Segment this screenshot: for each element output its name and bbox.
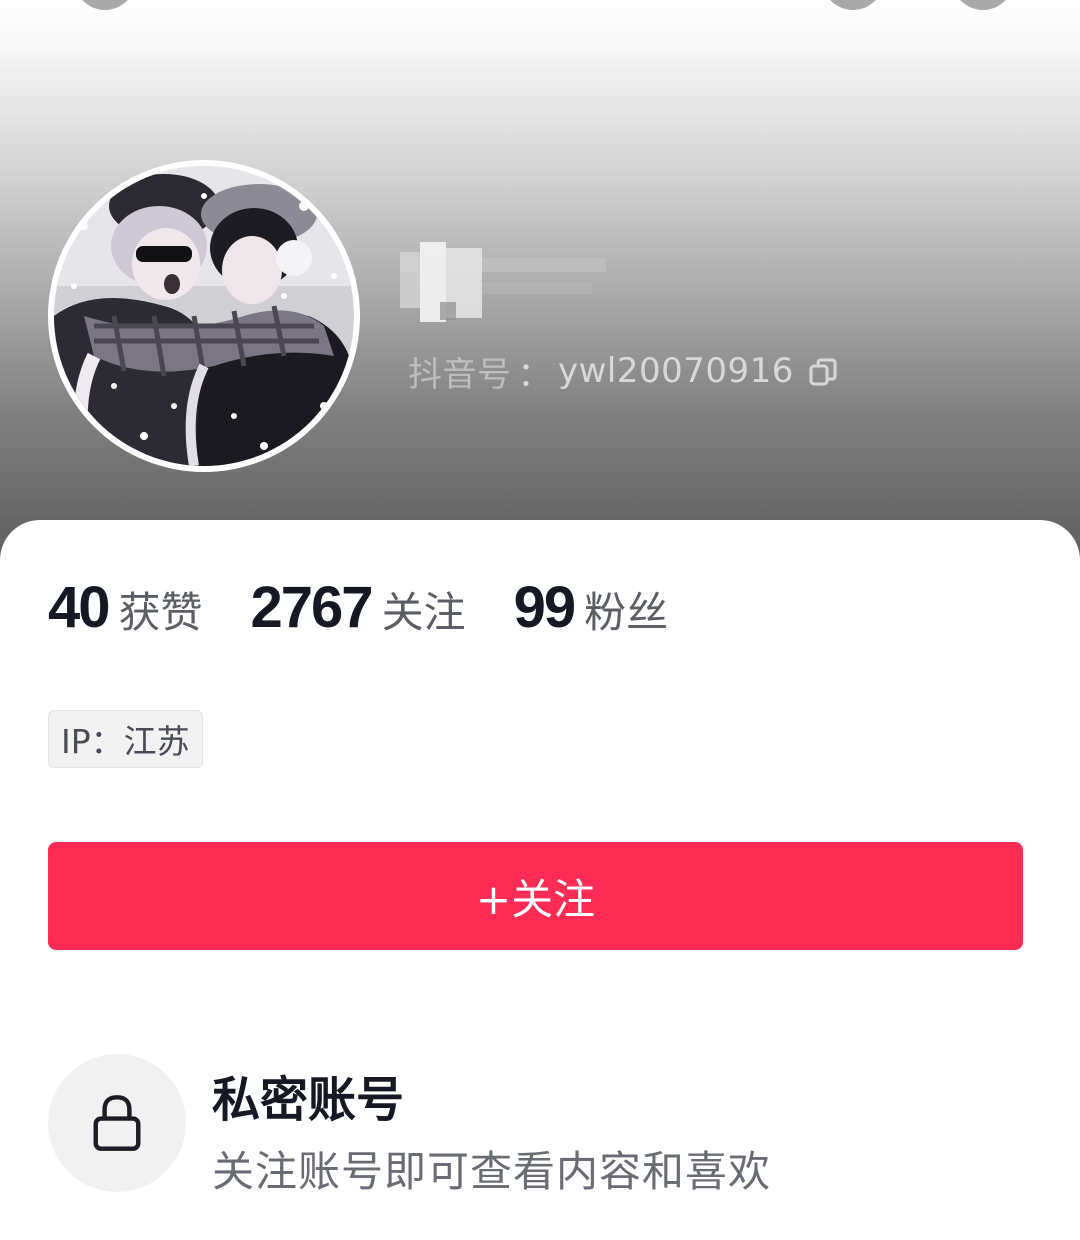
profile-card: 40 获赞 2767 关注 99 粉丝 IP：江苏 +关注 私密账号 关注账号即… — [0, 520, 1080, 1240]
stat-likes: 40 获赞 — [48, 574, 203, 641]
stat-label: 关注 — [381, 587, 466, 637]
copy-icon[interactable] — [808, 356, 838, 386]
back-button[interactable] — [74, 0, 136, 10]
more-button[interactable] — [952, 0, 1014, 10]
stat-label: 粉丝 — [584, 587, 669, 637]
avatar-image — [54, 166, 354, 466]
private-title: 私密账号 — [212, 1072, 405, 1128]
private-account-notice: 私密账号 关注账号即可查看内容和喜欢 — [48, 1054, 1028, 1196]
follow-button[interactable]: +关注 — [48, 842, 1023, 950]
private-description: 关注账号即可查看内容和喜欢 — [212, 1147, 772, 1196]
lock-icon — [48, 1054, 186, 1192]
stat-followers[interactable]: 99 粉丝 — [514, 574, 669, 641]
stats-row: 40 获赞 2767 关注 99 粉丝 — [48, 572, 716, 642]
stat-value: 40 — [48, 574, 110, 640]
stat-value: 99 — [513, 574, 576, 640]
account-id-label: 抖音号 — [408, 354, 512, 395]
nickname-blurred — [396, 232, 610, 324]
avatar[interactable] — [48, 160, 360, 472]
ip-location-tag: IP：江苏 — [48, 710, 203, 768]
stat-following[interactable]: 2767 关注 — [251, 574, 466, 641]
stat-value: 2767 — [250, 574, 374, 640]
account-id-separator: ： — [517, 354, 552, 395]
profile-header: 抖音号 ： ywl20070916 — [0, 0, 1080, 560]
account-id: 抖音号 ： ywl20070916 — [408, 348, 838, 395]
account-id-value: ywl20070916 — [558, 351, 794, 391]
search-button[interactable] — [822, 0, 884, 10]
stat-label: 获赞 — [118, 587, 203, 637]
